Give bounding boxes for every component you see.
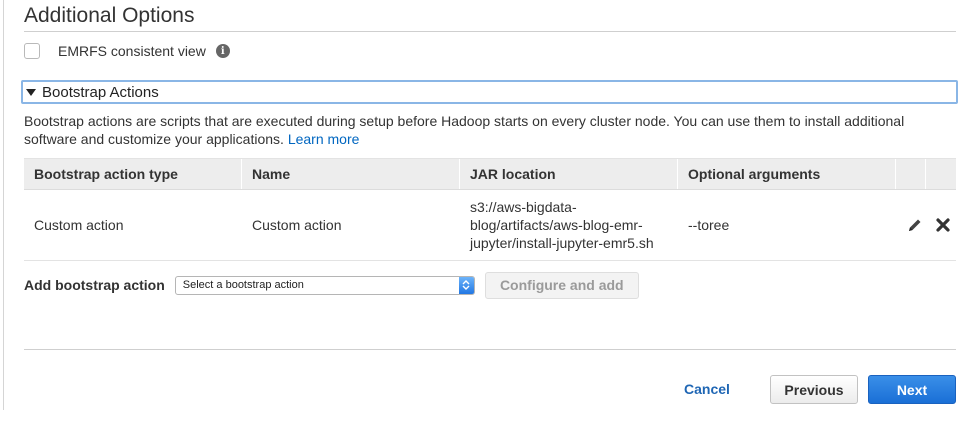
info-icon[interactable]: i (215, 44, 230, 58)
bootstrap-description: Bootstrap actions are scripts that are e… (24, 112, 959, 148)
jar-line: s3://aws-bigdata- (470, 199, 577, 215)
cell-type: Custom action (34, 217, 124, 233)
column-header-name: Name (242, 159, 460, 189)
add-bootstrap-label: Add bootstrap action (24, 277, 165, 293)
footer-divider (24, 349, 956, 350)
column-header-type: Bootstrap action type (24, 159, 242, 189)
description-text: Bootstrap actions are scripts that are e… (24, 113, 905, 147)
jar-line: blog/artifacts/aws-blog-emr- (470, 217, 643, 233)
cancel-button[interactable]: Cancel (684, 381, 730, 397)
pencil-icon[interactable] (906, 216, 924, 234)
bootstrap-actions-toggle[interactable]: Bootstrap Actions (21, 80, 958, 104)
left-border (3, 0, 4, 410)
column-header-edit (896, 159, 926, 189)
bootstrap-actions-table: Bootstrap action type Name JAR location … (24, 158, 956, 261)
table-header: Bootstrap action type Name JAR location … (24, 158, 956, 190)
bootstrap-action-select[interactable]: Select a bootstrap action (174, 275, 475, 295)
select-arrows-icon (458, 276, 474, 294)
cell-jar-location: s3://aws-bigdata- blog/artifacts/aws-blo… (460, 190, 678, 260)
next-button[interactable]: Next (868, 375, 956, 404)
row-actions (896, 190, 956, 260)
column-header-delete (926, 159, 956, 189)
cell-name: Custom action (252, 217, 342, 233)
learn-more-link[interactable]: Learn more (288, 131, 360, 147)
select-value: Select a bootstrap action (182, 279, 304, 291)
column-header-jar: JAR location (460, 159, 678, 189)
jar-line: jupyter/install-jupyter-emr5.sh (470, 235, 654, 251)
bootstrap-actions-header: Bootstrap Actions (42, 83, 159, 101)
table-row: Custom action Custom action s3://aws-big… (24, 190, 956, 261)
configure-and-add-button[interactable]: Configure and add (484, 271, 639, 299)
section-title: Additional Options (24, 4, 195, 27)
emrfs-label: EMRFS consistent view (58, 43, 206, 59)
caret-down-icon (26, 88, 36, 96)
title-divider (24, 31, 956, 32)
close-icon[interactable] (934, 216, 952, 234)
column-header-args: Optional arguments (678, 159, 896, 189)
emrfs-option: EMRFS consistent view i (24, 41, 230, 61)
add-bootstrap-action-row: Add bootstrap action Select a bootstrap … (24, 271, 639, 299)
emrfs-checkbox[interactable] (24, 43, 40, 59)
previous-button[interactable]: Previous (770, 375, 858, 404)
cell-args: --toree (688, 217, 730, 233)
